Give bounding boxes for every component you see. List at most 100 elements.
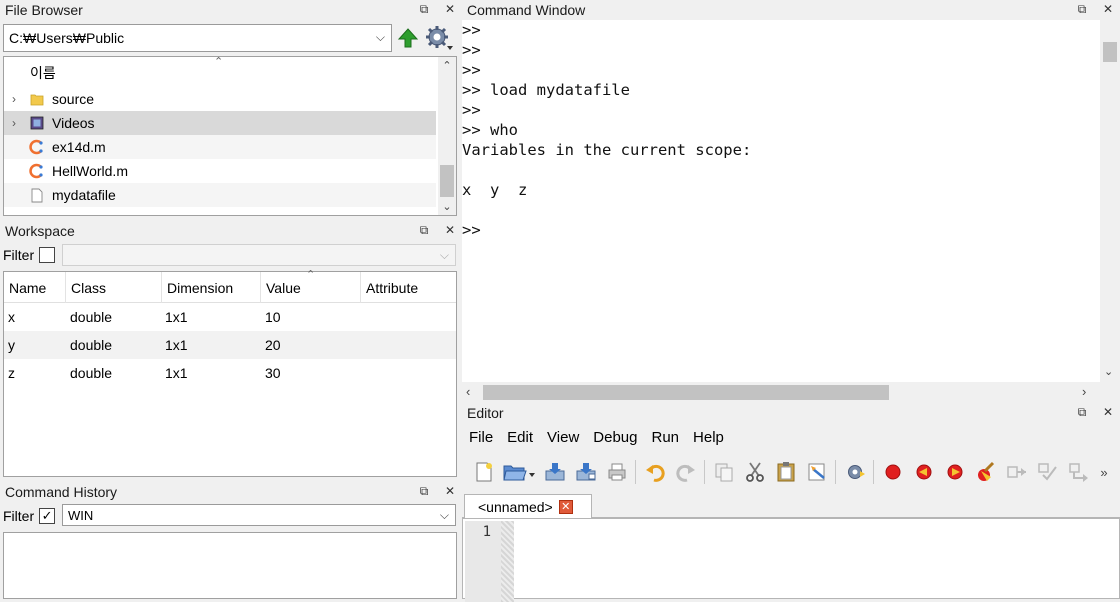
close-icon[interactable]: ✕ — [444, 484, 456, 498]
file-browser-title: File Browser — [5, 2, 83, 18]
table-row[interactable]: x double 1x1 10 — [4, 303, 456, 331]
cell-dimension: 1x1 — [165, 365, 188, 381]
console-vertical-scrollbar[interactable]: ⌄ — [1100, 20, 1120, 382]
command-window-title: Command Window — [467, 2, 586, 18]
cut-button[interactable] — [739, 457, 770, 487]
chevron-down-icon[interactable]: ⌵ — [376, 30, 385, 45]
sort-indicator-icon: ⌃ — [214, 56, 224, 68]
file-list-scrollbar[interactable]: ⌃ ⌄ — [438, 57, 456, 215]
cell-name: x — [8, 309, 15, 325]
undock-icon[interactable]: ⧉ — [418, 2, 430, 16]
step-out-button[interactable] — [1063, 457, 1094, 487]
redo-button[interactable] — [670, 457, 701, 487]
expand-arrow-icon[interactable]: › — [4, 116, 24, 130]
history-filter-input[interactable]: WIN ⌵ — [62, 504, 456, 526]
copy-button[interactable] — [708, 457, 739, 487]
close-icon[interactable]: ✕ — [1102, 405, 1114, 419]
open-file-button[interactable] — [499, 457, 539, 487]
scroll-right-icon[interactable]: › — [1082, 384, 1086, 399]
undock-icon[interactable]: ⧉ — [418, 484, 430, 498]
undock-icon[interactable]: ⧉ — [1076, 405, 1088, 419]
scrollbar-thumb[interactable] — [483, 385, 889, 400]
file-item-label: mydatafile — [52, 187, 116, 203]
menu-debug[interactable]: Debug — [586, 429, 644, 446]
undock-icon[interactable]: ⧉ — [1076, 2, 1088, 16]
command-window[interactable]: >> >> >> >> load mydatafile >> >> who Va… — [462, 20, 1120, 403]
workspace-filter-input[interactable]: ⌵ — [62, 244, 456, 266]
console-horizontal-scrollbar[interactable]: ‹ › — [462, 382, 1120, 403]
print-button[interactable] — [601, 457, 632, 487]
scroll-up-icon[interactable]: ⌃ — [438, 59, 456, 72]
sort-indicator-icon: ⌃ — [306, 269, 316, 281]
workspace-table[interactable]: Name Class Dimension Value Attribute ⌃ x… — [3, 269, 458, 477]
menu-view[interactable]: View — [540, 429, 586, 446]
filter-checkbox[interactable] — [39, 247, 56, 263]
table-header: Name Class Dimension Value Attribute ⌃ — [4, 269, 458, 303]
new-file-button[interactable] — [468, 457, 499, 487]
close-icon[interactable]: ✕ — [444, 223, 456, 237]
column-header-class[interactable]: Class — [66, 272, 162, 303]
cell-class: double — [70, 309, 113, 325]
scrollbar-thumb[interactable] — [1103, 42, 1117, 62]
menu-edit[interactable]: Edit — [500, 429, 540, 446]
path-combobox[interactable]: C:₩Users₩Public ⌵ — [3, 24, 392, 52]
find-replace-button[interactable] — [801, 457, 832, 487]
step-in-icon — [1037, 463, 1057, 481]
step-button[interactable] — [1001, 457, 1032, 487]
file-item-hellworld[interactable]: HellWorld.m — [4, 159, 436, 183]
file-list[interactable]: ⌃ 이름 › source › Videos ex14d.m HellWorld… — [3, 56, 457, 216]
history-list[interactable] — [3, 532, 457, 599]
file-item-ex14d[interactable]: ex14d.m — [4, 135, 436, 159]
save-as-button[interactable] — [570, 457, 601, 487]
column-header-name[interactable]: Name — [4, 272, 66, 303]
paste-button[interactable] — [770, 457, 801, 487]
editor-tab[interactable]: <unnamed> ✕ — [464, 494, 592, 519]
step-icon — [1006, 466, 1026, 478]
table-row[interactable]: z double 1x1 30 — [4, 359, 456, 387]
preferences-button[interactable] — [839, 457, 870, 487]
parent-directory-button[interactable] — [396, 26, 420, 50]
toggle-breakpoint-button[interactable] — [877, 457, 908, 487]
file-item-mydatafile[interactable]: mydatafile — [4, 183, 436, 207]
command-history-title: Command History — [5, 484, 118, 500]
editor-text-area[interactable]: 1 — [462, 518, 1120, 602]
close-tab-icon[interactable]: ✕ — [558, 500, 573, 514]
console-output[interactable]: >> >> >> >> load mydatafile >> >> who Va… — [462, 20, 1098, 240]
previous-breakpoint-button[interactable] — [939, 457, 970, 487]
menu-help[interactable]: Help — [686, 429, 731, 446]
filter-checkbox[interactable]: ✓ — [39, 508, 56, 524]
expand-arrow-icon[interactable]: › — [4, 92, 24, 106]
command-window-title-bar: Command Window ⧉ ✕ — [462, 0, 1120, 20]
folder-open-icon — [503, 465, 535, 481]
file-item-videos[interactable]: › Videos — [4, 111, 436, 135]
save-button[interactable] — [539, 457, 570, 487]
undock-icon[interactable]: ⧉ — [418, 223, 430, 237]
video-folder-icon — [28, 115, 46, 131]
folder-icon — [28, 91, 46, 107]
toolbar-overflow-icon[interactable]: » — [1094, 457, 1114, 487]
menu-file[interactable]: File — [462, 429, 500, 446]
clear-breakpoints-button[interactable] — [970, 457, 1001, 487]
menu-run[interactable]: Run — [644, 429, 686, 446]
close-icon[interactable]: ✕ — [1102, 2, 1114, 16]
history-filter-value: WIN — [68, 507, 94, 523]
column-header-dimension[interactable]: Dimension — [162, 272, 261, 303]
column-header-name[interactable]: 이름 — [30, 63, 56, 83]
close-icon[interactable]: ✕ — [444, 2, 456, 16]
scrollbar-thumb[interactable] — [440, 165, 454, 197]
chevron-down-icon[interactable]: ⌵ — [440, 508, 449, 523]
scroll-down-icon[interactable]: ⌄ — [1104, 365, 1113, 378]
step-in-button[interactable] — [1032, 457, 1063, 487]
chevron-down-icon[interactable]: ⌵ — [440, 248, 449, 263]
file-item-source[interactable]: › source — [4, 87, 436, 111]
scroll-down-icon[interactable]: ⌄ — [438, 200, 456, 213]
workspace-filter: Filter — [3, 244, 56, 266]
scroll-left-icon[interactable]: ‹ — [466, 384, 470, 399]
undo-button[interactable] — [639, 457, 670, 487]
table-row[interactable]: y double 1x1 20 — [4, 331, 456, 359]
column-header-attribute[interactable]: Attribute — [361, 272, 458, 303]
settings-button[interactable] — [424, 24, 454, 52]
next-breakpoint-button[interactable] — [908, 457, 939, 487]
history-filter: Filter ✓ — [3, 505, 56, 527]
fold-margin[interactable] — [501, 521, 514, 602]
